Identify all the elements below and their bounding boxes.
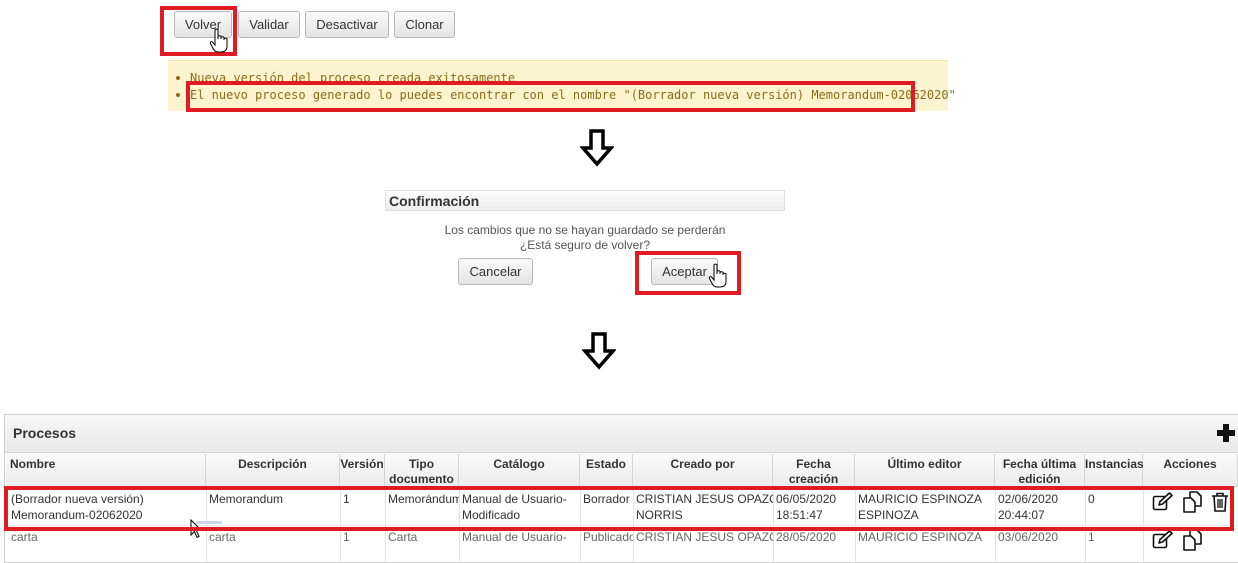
processes-title: Procesos [13, 425, 77, 441]
processes-header: Procesos [5, 415, 1238, 453]
edit-icon[interactable] [1152, 530, 1174, 550]
cell-fecha-creacion: 28/05/2020 [776, 530, 837, 544]
cell-descripcion: carta [209, 530, 236, 544]
col-tipo[interactable]: Tipo documento [385, 454, 459, 487]
message-highlight [186, 81, 915, 112]
col-catalogo[interactable]: Catálogo [459, 454, 580, 487]
col-fecha-line1: Fecha [796, 457, 831, 471]
col-estado[interactable]: Estado [580, 454, 633, 487]
dialog-title-bar: Confirmación [385, 190, 785, 211]
cell-catalogo: Manual de Usuario- [462, 530, 567, 544]
col-edicion-line1: Fecha última [1002, 457, 1077, 471]
cell-fecha-edicion: 03/06/2020 [998, 530, 1059, 544]
col-nombre[interactable]: Nombre [6, 454, 206, 487]
col-instancias[interactable]: Instancias [1085, 454, 1144, 487]
cell-creado: CRISTIAN JESUS OPAZO [636, 530, 773, 544]
desactivar-button[interactable]: Desactivar [305, 11, 389, 38]
hand-cursor-icon [708, 263, 727, 288]
arrow-down-icon [580, 128, 614, 168]
hand-cursor-icon [209, 28, 228, 53]
col-fecha-creacion[interactable]: Fecha creación [773, 454, 855, 487]
col-fecha-edicion[interactable]: Fecha última edición [995, 454, 1085, 487]
cell-tipo: Carta [388, 530, 418, 544]
col-version[interactable]: Versión [340, 454, 385, 487]
col-edicion-line2: edición [1018, 472, 1061, 486]
validar-button[interactable]: Validar [238, 11, 300, 38]
col-ultimo-editor[interactable]: Último editor [855, 454, 995, 487]
cell-nombre: carta [11, 530, 38, 544]
cell-ultimo-editor: MAURICIO ESPINOZA [858, 530, 983, 544]
new-row-highlight [4, 486, 1234, 531]
clonar-button[interactable]: Clonar [394, 11, 455, 38]
col-creado[interactable]: Creado por [633, 454, 773, 487]
cell-instancias: 1 [1088, 530, 1095, 544]
copy-icon[interactable] [1181, 528, 1205, 552]
cancelar-button[interactable]: Cancelar [458, 258, 533, 285]
dialog-message: Los cambios que no se hayan guardado se … [444, 223, 726, 237]
cell-estado: Publicado [583, 530, 633, 544]
dialog-title: Confirmación [389, 193, 480, 209]
col-fecha-line2: creación [788, 472, 839, 486]
dialog-question: ¿Está seguro de volver? [519, 238, 651, 252]
col-tipo-line1: Tipo [408, 457, 435, 471]
col-tipo-line2: documento [389, 472, 454, 486]
arrow-down-icon [582, 331, 616, 371]
col-acciones: Acciones [1143, 454, 1238, 487]
plus-icon[interactable] [1216, 423, 1236, 443]
cell-version: 1 [343, 530, 350, 544]
col-descripcion[interactable]: Descripción [206, 454, 340, 487]
